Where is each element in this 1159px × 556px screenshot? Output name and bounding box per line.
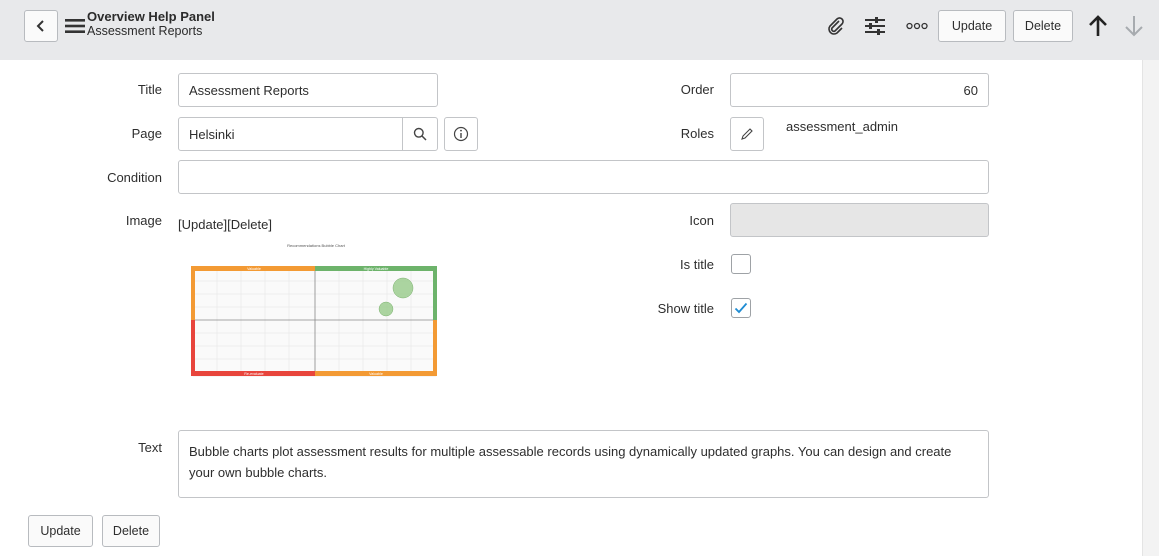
show-title-label: Show title (657, 301, 714, 316)
page-scrollbar[interactable] (1142, 60, 1159, 556)
order-field[interactable]: 60 (730, 73, 989, 107)
page-title: Overview Help Panel (87, 9, 215, 24)
condition-field[interactable] (178, 160, 989, 194)
header-title-block: Overview Help Panel Assessment Reports (87, 9, 215, 39)
attachment-button[interactable] (824, 14, 848, 38)
more-options-button[interactable] (904, 16, 930, 36)
condition-label: Condition (107, 170, 162, 185)
previous-record-button[interactable] (1086, 14, 1110, 38)
quadrant-top-left-label: Valuable (247, 267, 261, 271)
footer-update-button[interactable]: Update (28, 515, 93, 547)
roles-label: Roles (680, 126, 714, 141)
next-record-button[interactable] (1122, 14, 1146, 38)
page-label: Page (131, 126, 162, 141)
record-subtitle: Assessment Reports (87, 24, 203, 38)
page-info-button[interactable] (444, 117, 478, 151)
is-title-checkbox[interactable] (731, 254, 751, 274)
image-label: Image (125, 213, 162, 228)
quadrant-bottom-left-label: Re-evaluate (244, 372, 263, 376)
roles-edit-button[interactable] (730, 117, 764, 151)
more-icon (906, 22, 928, 30)
page-lookup-button[interactable] (402, 117, 438, 151)
sliders-icon (865, 17, 885, 35)
text-field[interactable]: Bubble charts plot assessment results fo… (178, 430, 989, 498)
back-button[interactable] (24, 10, 58, 42)
order-label: Order (680, 82, 714, 97)
paperclip-icon (828, 17, 844, 35)
thumbnail-title: Recommendations Bubble Chart (287, 243, 346, 248)
icon-label: Icon (689, 213, 714, 228)
image-update-delete-links[interactable]: [Update][Delete] (178, 217, 272, 232)
header-update-button[interactable]: Update (938, 10, 1006, 42)
quadrant-bottom-right-label: Valuable (369, 372, 383, 376)
roles-value: assessment_admin (786, 119, 898, 134)
icon-field (730, 203, 989, 237)
search-icon (413, 127, 427, 141)
menu-icon (65, 19, 85, 33)
arrow-up-icon (1089, 15, 1107, 36)
arrow-down-icon (1125, 16, 1143, 37)
personalize-button[interactable] (862, 14, 888, 38)
back-icon (36, 20, 44, 32)
form-header: Overview Help Panel Assessment Reports U… (0, 0, 1159, 60)
quadrant-top-right-label: Highly Valuable (364, 267, 389, 271)
image-thumbnail: Recommendations Bubble Chart Valuable Hi… (186, 240, 442, 400)
page-field[interactable]: Helsinki (178, 117, 403, 151)
pencil-icon (741, 128, 753, 140)
menu-button[interactable] (64, 16, 86, 36)
check-icon (734, 302, 748, 314)
header-delete-button[interactable]: Delete (1013, 10, 1073, 42)
show-title-checkbox[interactable] (731, 298, 751, 318)
is-title-label: Is title (680, 257, 714, 272)
title-label: Title (137, 82, 162, 97)
text-label: Text (138, 440, 162, 455)
footer-delete-button[interactable]: Delete (102, 515, 160, 547)
title-field[interactable]: Assessment Reports (178, 73, 438, 107)
bubble-chart-thumbnail: Recommendations Bubble Chart Valuable Hi… (191, 243, 437, 377)
info-icon (453, 126, 469, 142)
